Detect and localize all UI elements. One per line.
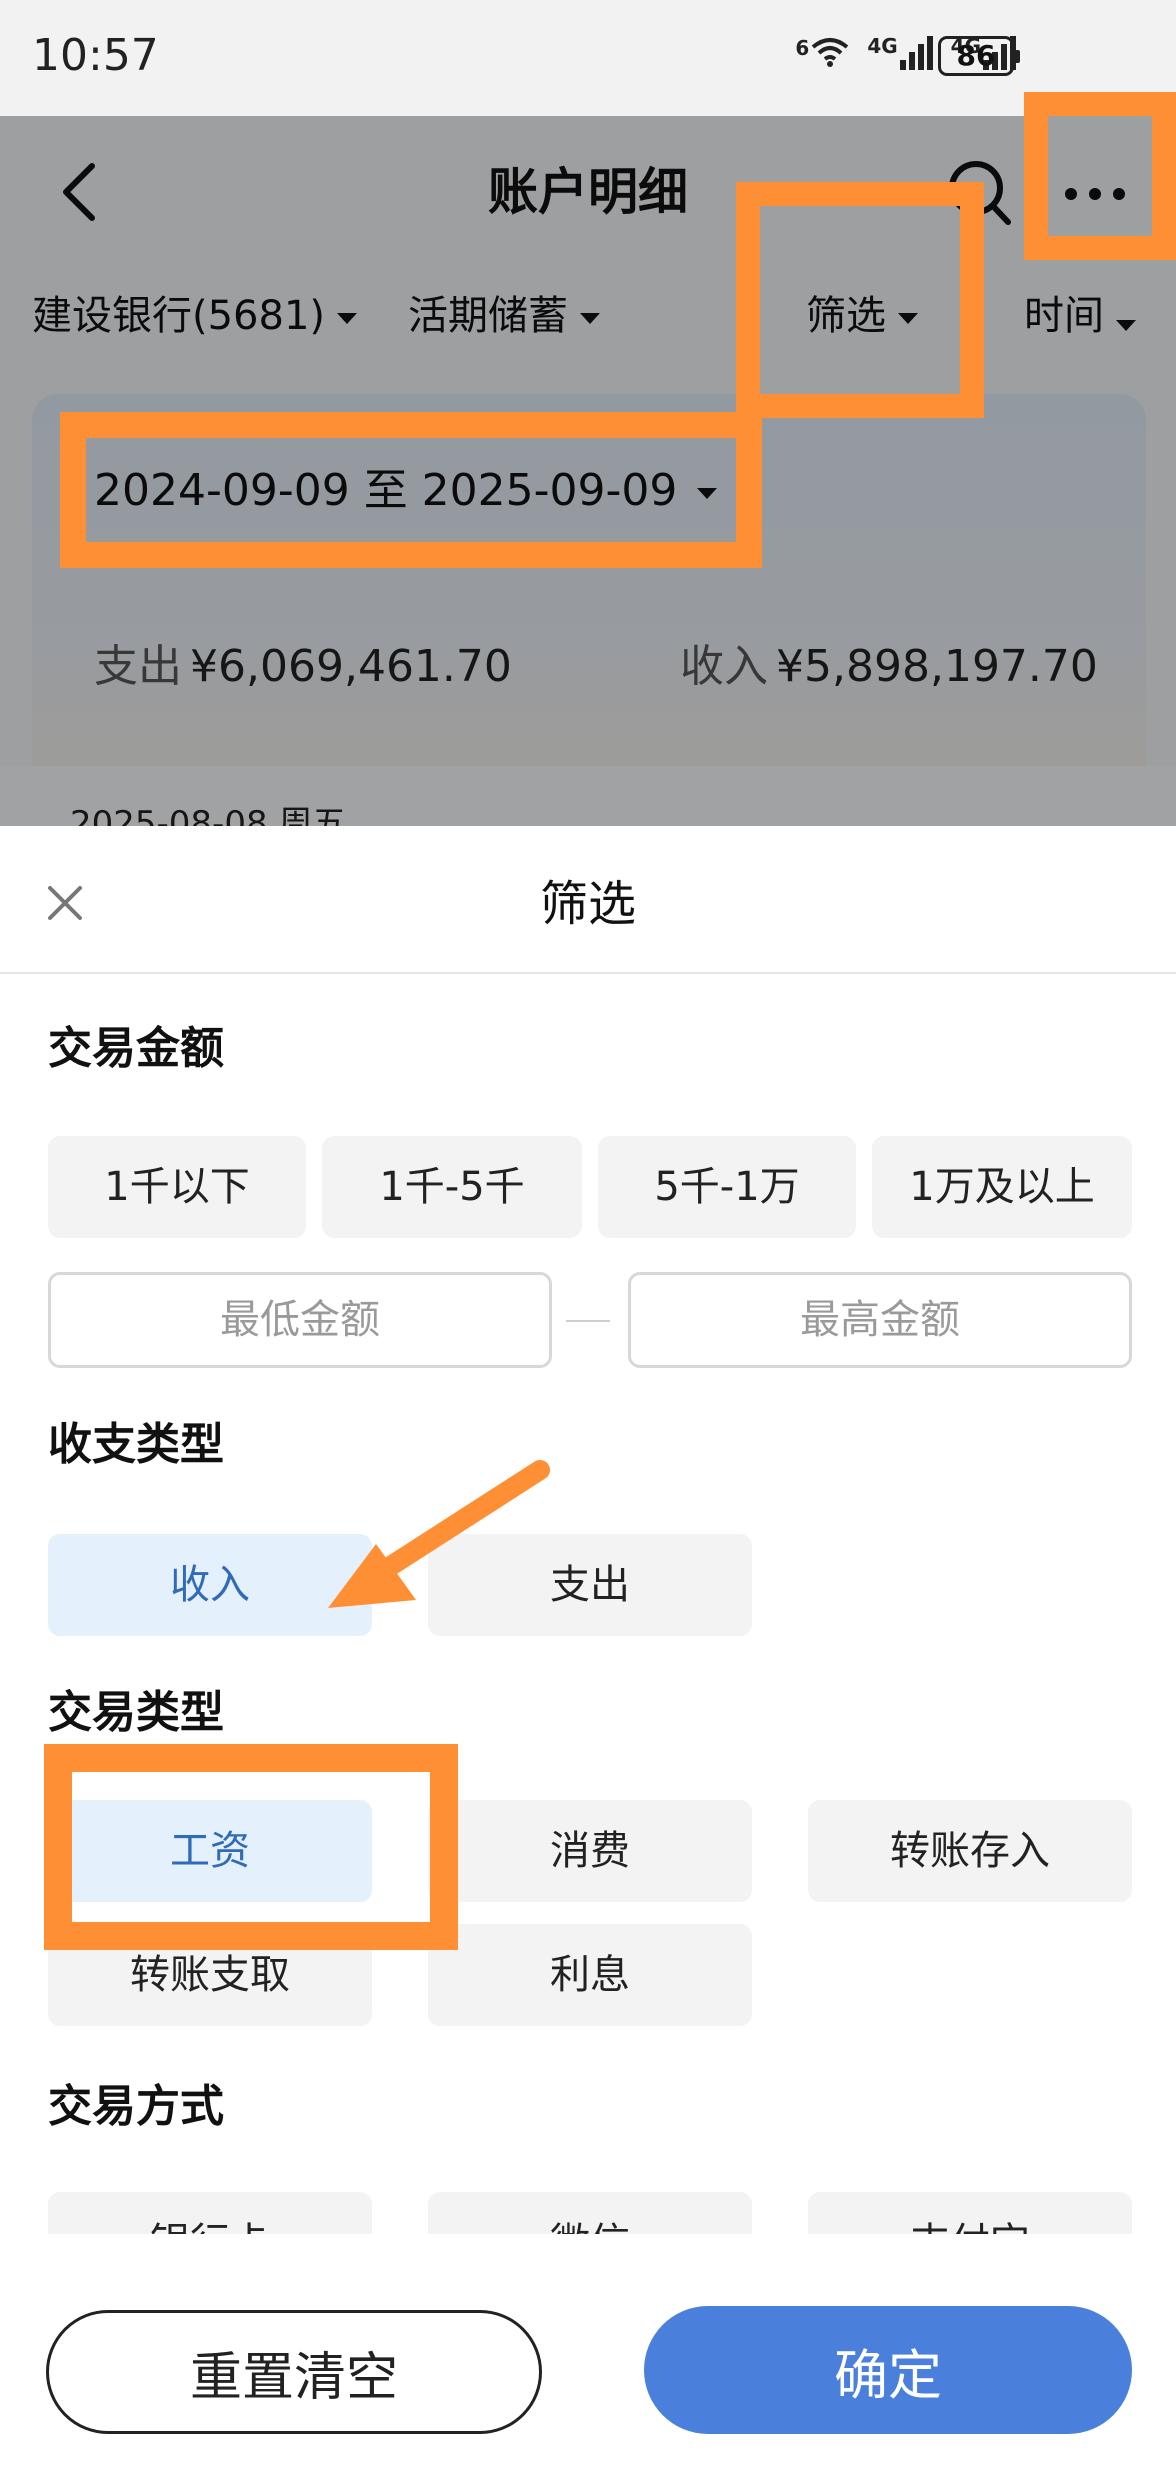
wifi-indicator: 6	[795, 36, 849, 68]
amount-option-3[interactable]: 5千-1万	[598, 1136, 856, 1238]
txn-option-transfer-in[interactable]: 转账存入	[808, 1800, 1132, 1902]
highlight-salary-option	[44, 1744, 458, 1950]
signal-indicator-1: 4G	[867, 34, 933, 70]
amount-option-4[interactable]: 1万及以上	[872, 1136, 1132, 1238]
status-bar: 10:57 6 4G 4G 86	[0, 0, 1176, 116]
battery-icon: 86	[938, 36, 1020, 76]
wifi-icon	[812, 38, 849, 67]
highlight-date-range	[60, 412, 762, 568]
signal-bars-icon	[899, 34, 933, 70]
txn-option-consumption[interactable]: 消费	[428, 1800, 752, 1902]
arrow-icon	[328, 1460, 550, 1608]
filter-sheet: 筛选 交易金额 1千以下 1千-5千 5千-1万 1万及以上 收支类型 收入 支…	[0, 826, 1176, 2480]
signal1-label: 4G	[867, 34, 898, 58]
section-title-amount: 交易金额	[48, 1023, 224, 1074]
status-time: 10:57	[32, 30, 159, 81]
divider	[0, 972, 1176, 974]
range-dash	[566, 1320, 610, 1322]
txn-option-interest[interactable]: 利息	[428, 1924, 752, 2026]
sheet-title: 筛选	[539, 876, 636, 932]
amount-option-2[interactable]: 1千-5千	[322, 1136, 582, 1238]
highlight-more-button	[1024, 92, 1176, 260]
min-amount-input[interactable]	[48, 1272, 552, 1368]
section-title-txn-method: 交易方式	[48, 2081, 224, 2132]
section-title-txn-type: 交易类型	[48, 1687, 224, 1738]
confirm-button[interactable]: 确定	[644, 2306, 1132, 2434]
amount-option-1[interactable]: 1千以下	[48, 1136, 306, 1238]
reset-button[interactable]: 重置清空	[46, 2310, 542, 2434]
max-amount-input[interactable]	[628, 1272, 1132, 1368]
section-title-io-type: 收支类型	[48, 1419, 224, 1470]
highlight-filter-button	[736, 182, 984, 418]
wifi-label: 6	[795, 36, 810, 60]
